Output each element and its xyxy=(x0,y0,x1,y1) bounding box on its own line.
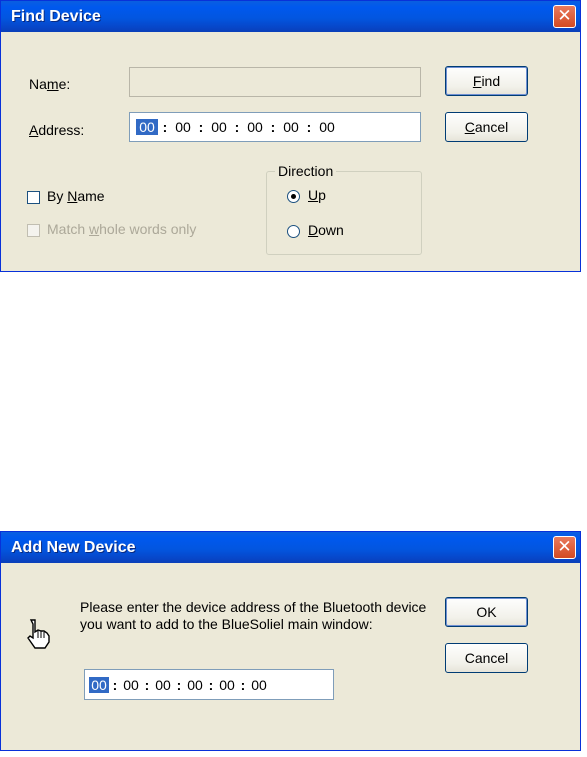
close-button[interactable]: ✕ xyxy=(553,5,576,28)
radio-selected-dot xyxy=(291,194,296,199)
hand-pointer-icon xyxy=(27,619,50,649)
add-device-title: Add New Device xyxy=(11,539,136,556)
match-whole-words-checkbox[interactable] xyxy=(27,224,40,237)
address-segment[interactable]: 00 xyxy=(121,677,141,693)
close-icon: ✕ xyxy=(557,537,572,556)
address-separator: : xyxy=(208,676,214,693)
find-button[interactable]: Find xyxy=(445,66,528,96)
close-button[interactable]: ✕ xyxy=(553,536,576,559)
ok-button[interactable]: OK xyxy=(445,597,528,627)
address-separator: : xyxy=(234,119,240,135)
address-segments: 00 : 00 : 00 : 00 : 00 : 00 xyxy=(130,113,420,141)
cancel-button[interactable]: Cancel xyxy=(445,112,528,142)
direction-group: Direction Up Down xyxy=(266,163,422,255)
close-icon: ✕ xyxy=(557,6,572,25)
by-name-label[interactable]: By Name xyxy=(47,188,105,204)
by-name-checkbox[interactable] xyxy=(27,191,40,204)
up-label[interactable]: Up xyxy=(308,187,326,203)
address-segment[interactable]: 00 xyxy=(244,119,266,135)
address-segment[interactable]: 00 xyxy=(208,119,230,135)
add-new-device-dialog: Add New Device ✕ Please enter the device… xyxy=(0,531,581,751)
down-label[interactable]: Down xyxy=(308,222,344,238)
cancel-button[interactable]: Cancel xyxy=(445,643,528,673)
address-segment[interactable]: 00 xyxy=(136,119,158,135)
address-separator: : xyxy=(240,676,246,693)
address-separator: : xyxy=(162,119,168,135)
find-device-titlebar[interactable]: Find Device ✕ xyxy=(1,1,580,32)
find-device-dialog: Find Device ✕ Name: Address: 00 : 00 : 0… xyxy=(0,0,581,272)
address-separator: : xyxy=(176,676,182,693)
address-separator: : xyxy=(306,119,312,135)
address-segment[interactable]: 00 xyxy=(249,677,269,693)
address-segment[interactable]: 00 xyxy=(153,677,173,693)
address-separator: : xyxy=(198,119,204,135)
address-segment[interactable]: 00 xyxy=(280,119,302,135)
name-label: Name: xyxy=(29,76,71,92)
name-field[interactable] xyxy=(129,67,421,97)
find-device-title: Find Device xyxy=(11,8,101,25)
address-segment[interactable]: 00 xyxy=(89,676,109,693)
find-device-body: Name: Address: 00 : 00 : 00 : 00 : 00 : … xyxy=(4,32,577,268)
add-address-segments: 00 : 00 : 00 : 00 : 00 : 00 xyxy=(85,670,333,699)
address-segment[interactable]: 00 xyxy=(217,677,237,693)
direction-label: Direction xyxy=(275,163,337,179)
up-radio[interactable] xyxy=(287,190,300,203)
address-segment[interactable]: 00 xyxy=(316,119,338,135)
address-separator: : xyxy=(144,676,150,693)
address-separator: : xyxy=(112,676,118,693)
add-device-titlebar[interactable]: Add New Device ✕ xyxy=(1,532,580,563)
address-label: Address: xyxy=(29,122,85,138)
address-field[interactable]: 00 : 00 : 00 : 00 : 00 : 00 xyxy=(129,112,421,142)
add-device-body: Please enter the device address of the B… xyxy=(4,563,577,747)
down-radio[interactable] xyxy=(287,225,300,238)
match-whole-words-label: Match whole words only xyxy=(47,221,197,237)
address-separator: : xyxy=(270,119,276,135)
add-device-message: Please enter the device address of the B… xyxy=(80,599,427,632)
address-segment[interactable]: 00 xyxy=(172,119,194,135)
address-segment[interactable]: 00 xyxy=(185,677,205,693)
add-address-field[interactable]: 00 : 00 : 00 : 00 : 00 : 00 xyxy=(84,669,334,700)
